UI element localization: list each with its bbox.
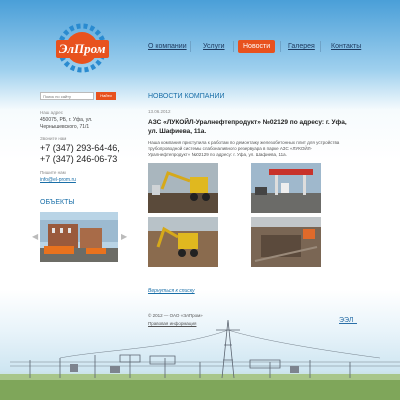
carousel-prev-icon[interactable]: ◀ — [32, 232, 38, 241]
objects-carousel-photo[interactable] — [40, 212, 118, 262]
email-link[interactable]: info@el-prom.ru — [40, 177, 76, 183]
nav-item-about[interactable]: О компании — [148, 43, 187, 50]
nav-divider — [280, 41, 281, 52]
developer-logo-text: ЭЭЛ — [339, 317, 354, 324]
footer-copyright: © 2012 — ОАО «ЭлПром» — [148, 313, 203, 318]
news-date: 13.06.2012 — [148, 109, 171, 114]
address-line-2: Чернышевского, 71/1 — [40, 124, 90, 130]
address-label: Наш адрес — [40, 110, 63, 115]
nav-item-gallery[interactable]: Галерея — [288, 43, 315, 50]
phone-number-1: +7 (347) 293-64-46, — [40, 143, 120, 153]
logo-wordmark: ЭлПром — [56, 40, 109, 58]
news-photo-gas-station[interactable] — [251, 163, 321, 213]
footer-privacy-link[interactable]: Правовая информация — [148, 321, 196, 326]
news-heading: НОВОСТИ КОМПАНИИ — [148, 93, 225, 100]
back-to-list-link[interactable]: Вернуться к списку — [148, 288, 195, 294]
nav-divider — [233, 41, 234, 52]
search-button[interactable]: Найти — [96, 92, 116, 100]
nav-divider — [190, 41, 191, 52]
search-input[interactable] — [40, 92, 94, 100]
objects-title: ОБЪЕКТЫ — [40, 199, 75, 206]
phone-label: Звоните нам — [40, 136, 67, 141]
news-photo-excavator-work[interactable] — [148, 217, 218, 267]
carousel-next-icon[interactable]: ▶ — [121, 232, 127, 241]
email-label: Пишите нам — [40, 170, 66, 175]
news-photo-dug-ground[interactable] — [251, 217, 321, 267]
news-photo-excavator[interactable] — [148, 163, 218, 213]
nav-divider — [320, 41, 321, 52]
news-title: АЗС «ЛУКОЙЛ-Уралнефтепродукт» №02129 по … — [148, 119, 347, 135]
nav-item-news[interactable]: Новости — [238, 40, 276, 53]
address-line-1: 450075, РБ, г. Уфа, ул. — [40, 117, 93, 123]
news-body: Наша компания приступила к работам по де… — [148, 140, 340, 157]
nav-item-services[interactable]: Услуги — [203, 43, 225, 50]
nav-item-contacts[interactable]: Контакты — [331, 43, 361, 50]
phone-number-2: +7 (347) 246-06-73 — [40, 154, 118, 164]
developer-logo[interactable]: ЭЭЛ — [338, 314, 358, 326]
